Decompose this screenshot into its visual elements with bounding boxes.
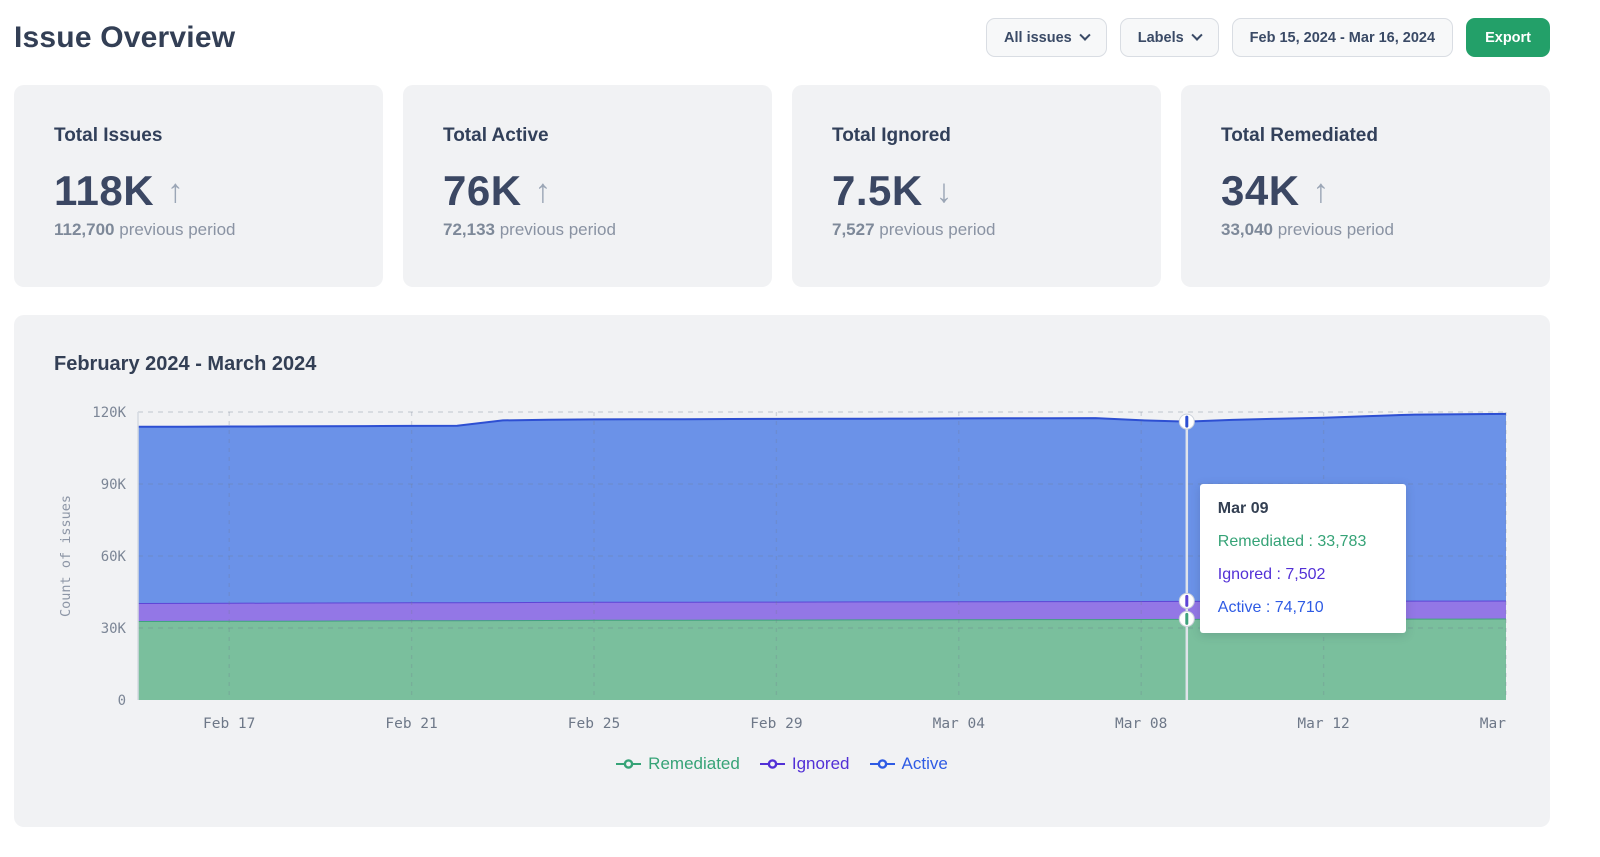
issue-overview-page: Issue Overview All issues Labels Feb 15,… [0, 0, 1600, 841]
card-title: Total Issues [54, 125, 343, 147]
svg-text:90K: 90K [101, 477, 127, 493]
card-value: 7.5K [832, 167, 923, 215]
total-active-card: Total Active 76K ↑ 72,133 previous perio… [403, 85, 772, 287]
svg-text:Feb 17: Feb 17 [203, 716, 255, 732]
svg-text:Mar 04: Mar 04 [933, 716, 986, 732]
legend-item-ignored[interactable]: Ignored [760, 754, 850, 774]
stat-cards-row: Total Issues 118K ↑ 112,700 previous per… [14, 85, 1550, 287]
card-title: Total Ignored [832, 125, 1121, 147]
card-previous-period: 72,133 previous period [443, 220, 732, 240]
legend-marker-icon [870, 758, 895, 770]
chevron-down-icon [1191, 29, 1202, 40]
svg-text:Feb 25: Feb 25 [568, 716, 620, 732]
card-previous-period: 33,040 previous period [1221, 220, 1510, 240]
svg-text:Mar 12: Mar 12 [1297, 716, 1349, 732]
total-ignored-card: Total Ignored 7.5K ↓ 7,527 previous peri… [792, 85, 1161, 287]
legend-label: Remediated [648, 754, 740, 774]
y-axis-label: Count of issues [58, 495, 74, 617]
date-range-picker[interactable]: Feb 15, 2024 - Mar 16, 2024 [1232, 18, 1453, 57]
issues-chart-panel: February 2024 - March 2024 0 30K 60K 90K 120… [14, 315, 1550, 827]
svg-text:60K: 60K [101, 549, 127, 565]
svg-text:0: 0 [118, 693, 126, 709]
trend-up-icon: ↑ [167, 172, 184, 210]
date-range-label: Feb 15, 2024 - Mar 16, 2024 [1250, 30, 1435, 46]
card-value: 34K [1221, 167, 1300, 215]
trend-up-icon: ↑ [1313, 172, 1330, 210]
total-issues-card: Total Issues 118K ↑ 112,700 previous per… [14, 85, 383, 287]
svg-text:Feb 21: Feb 21 [385, 716, 437, 732]
card-title: Total Active [443, 125, 732, 147]
legend-label: Active [902, 754, 948, 774]
svg-text:30K: 30K [101, 621, 127, 637]
chart-legend: Remediated Ignored Active [54, 754, 1510, 774]
trend-up-icon: ↑ [535, 172, 552, 210]
legend-marker-icon [760, 758, 785, 770]
tooltip-date: Mar 09 [1218, 500, 1388, 518]
legend-label: Ignored [792, 754, 850, 774]
labels-dropdown[interactable]: Labels [1120, 18, 1219, 57]
chart-area: 0 30K 60K 90K 120K Feb 17 Feb 21 Feb 25 Feb 29 Ma… [54, 398, 1510, 774]
all-issues-dropdown-label: All issues [1004, 30, 1072, 46]
svg-text:Mar 08: Mar 08 [1115, 716, 1167, 732]
legend-item-active[interactable]: Active [870, 754, 948, 774]
card-title: Total Remediated [1221, 125, 1510, 147]
total-remediated-card: Total Remediated 34K ↑ 33,040 previous p… [1181, 85, 1550, 287]
page-title: Issue Overview [14, 21, 235, 55]
chevron-down-icon [1079, 29, 1090, 40]
card-value: 76K [443, 167, 522, 215]
chart-title: February 2024 - March 2024 [54, 353, 1510, 376]
svg-text:Mar 16: Mar 16 [1480, 716, 1510, 732]
tooltip-row: Ignored : 7,502 [1218, 566, 1388, 584]
legend-marker-icon [616, 758, 641, 770]
legend-item-remediated[interactable]: Remediated [616, 754, 740, 774]
labels-dropdown-label: Labels [1138, 30, 1184, 46]
export-button[interactable]: Export [1466, 18, 1550, 57]
all-issues-dropdown[interactable]: All issues [986, 18, 1107, 57]
tooltip-row: Active : 74,710 [1218, 599, 1388, 617]
page-header: Issue Overview All issues Labels Feb 15,… [14, 18, 1550, 57]
card-value: 118K [54, 167, 154, 215]
tooltip-row: Remediated : 33,783 [1218, 533, 1388, 551]
svg-text:120K: 120K [92, 405, 126, 421]
svg-text:Feb 29: Feb 29 [750, 716, 802, 732]
toolbar: All issues Labels Feb 15, 2024 - Mar 16,… [986, 18, 1550, 57]
chart-tooltip: Mar 09 Remediated : 33,783 Ignored : 7,50… [1200, 484, 1406, 633]
trend-down-icon: ↓ [936, 172, 953, 210]
card-previous-period: 112,700 previous period [54, 220, 343, 240]
card-previous-period: 7,527 previous period [832, 220, 1121, 240]
